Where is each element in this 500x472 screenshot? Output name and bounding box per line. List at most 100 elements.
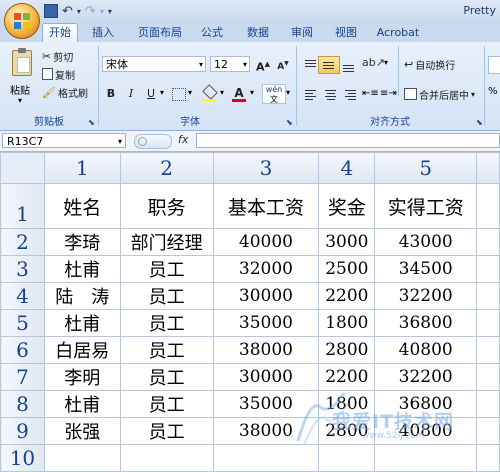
chevron-down-icon[interactable]: ▾ xyxy=(188,88,192,97)
column-header[interactable]: 1 xyxy=(43,152,121,184)
table-cell[interactable]: 40800 xyxy=(374,336,478,364)
table-cell[interactable]: 姓名 xyxy=(43,183,121,229)
table-cell[interactable] xyxy=(43,444,121,472)
table-cell[interactable]: 李琦 xyxy=(43,228,121,256)
table-cell[interactable]: 部门经理 xyxy=(119,228,214,256)
column-header[interactable]: 2 xyxy=(119,152,214,184)
table-cell[interactable]: 2800 xyxy=(318,336,376,364)
table-cell[interactable] xyxy=(374,444,478,472)
table-cell[interactable]: 30000 xyxy=(212,282,320,310)
table-cell[interactable]: 1800 xyxy=(318,390,376,418)
table-cell[interactable]: 职务 xyxy=(119,183,214,229)
table-cell[interactable]: 员工 xyxy=(119,255,214,283)
table-cell[interactable]: 杜甫 xyxy=(43,255,121,283)
worksheet-grid[interactable]: 1 2 3 4 5 1 姓名 职务 基本工资 奖金 实得工资 2 李琦 部门经理… xyxy=(0,152,500,472)
table-cell[interactable]: 38000 xyxy=(212,336,320,364)
table-cell[interactable]: 36800 xyxy=(374,390,478,418)
table-cell[interactable]: 杜甫 xyxy=(43,309,121,337)
number-format-select[interactable] xyxy=(488,56,500,74)
dropdown-icon[interactable]: ▾ xyxy=(77,7,81,16)
select-all-corner[interactable] xyxy=(0,152,45,184)
align-center-button[interactable] xyxy=(320,86,342,104)
orientation-icon[interactable]: ab↗ xyxy=(362,56,385,69)
row-header[interactable]: 5 xyxy=(0,309,45,337)
column-header[interactable]: 5 xyxy=(374,152,478,184)
column-header[interactable]: 4 xyxy=(318,152,376,184)
table-cell[interactable]: 员工 xyxy=(119,336,214,364)
name-box[interactable]: R13C7 ▾ xyxy=(2,133,126,148)
chevron-down-icon[interactable]: ▾ xyxy=(220,88,224,97)
grow-font-button[interactable]: A▲ xyxy=(254,56,272,74)
save-icon[interactable] xyxy=(44,4,58,18)
insert-function-button[interactable]: fx xyxy=(178,133,188,146)
chevron-down-icon[interactable]: ▾ xyxy=(384,58,388,67)
align-right-button[interactable] xyxy=(340,86,362,104)
row-header[interactable]: 4 xyxy=(0,282,45,310)
bottom-align-button[interactable] xyxy=(338,56,360,74)
tab-view[interactable]: 视图 xyxy=(332,24,360,42)
format-painter-button[interactable]: 🖌 格式刷 xyxy=(42,84,88,100)
shrink-font-button[interactable]: A▼ xyxy=(274,56,292,72)
row-header[interactable]: 9 xyxy=(0,417,45,445)
redo-icon[interactable]: ↷ xyxy=(85,4,96,19)
cut-button[interactable]: ✂ 剪切 xyxy=(42,48,73,64)
row-header[interactable]: 7 xyxy=(0,363,45,391)
tab-insert[interactable]: 插入 xyxy=(88,24,118,42)
chevron-down-icon[interactable]: ▾ xyxy=(250,88,254,97)
table-cell[interactable] xyxy=(476,255,500,283)
table-cell[interactable]: 1800 xyxy=(318,309,376,337)
office-button[interactable] xyxy=(4,3,40,39)
table-cell[interactable]: 杜甫 xyxy=(43,390,121,418)
table-cell[interactable]: 员工 xyxy=(119,282,214,310)
undo-icon[interactable]: ↶ xyxy=(62,4,73,19)
table-cell[interactable] xyxy=(476,444,500,472)
table-cell[interactable]: 2200 xyxy=(318,363,376,391)
chevron-down-icon[interactable]: ▾ xyxy=(160,88,164,97)
chevron-down-icon[interactable]: ▾ xyxy=(286,88,290,97)
table-cell[interactable]: 35000 xyxy=(212,390,320,418)
table-cell[interactable]: 李明 xyxy=(43,363,121,391)
formula-bar-splitter[interactable] xyxy=(134,134,172,149)
table-cell[interactable]: 38000 xyxy=(212,417,320,445)
tab-home[interactable]: 开始 xyxy=(42,23,78,44)
table-cell[interactable]: 员工 xyxy=(119,390,214,418)
tab-formulas[interactable]: 公式 xyxy=(198,24,226,42)
italic-button[interactable]: I xyxy=(122,86,140,102)
table-cell[interactable]: 员工 xyxy=(119,417,214,445)
underline-button[interactable]: U xyxy=(142,86,160,102)
dropdown-icon[interactable]: ▾ xyxy=(100,7,104,16)
phonetic-guide-icon[interactable]: wén 文 xyxy=(262,84,286,104)
table-cell[interactable] xyxy=(476,417,500,445)
decrease-indent-icon[interactable]: ⇤≡ xyxy=(362,88,379,99)
middle-align-button[interactable] xyxy=(318,56,340,74)
table-cell[interactable]: 40800 xyxy=(374,417,478,445)
number-format-button[interactable]: % xyxy=(488,86,500,102)
column-header[interactable] xyxy=(476,152,500,184)
table-cell[interactable]: 陆 涛 xyxy=(43,282,121,310)
row-header[interactable]: 3 xyxy=(0,255,45,283)
table-cell[interactable]: 32200 xyxy=(374,363,478,391)
table-cell[interactable] xyxy=(476,336,500,364)
tab-page-layout[interactable]: 页面布局 xyxy=(134,24,186,42)
wrap-text-button[interactable]: ↩ 自动换行 xyxy=(404,56,455,72)
row-header[interactable]: 8 xyxy=(0,390,45,418)
table-cell[interactable]: 员工 xyxy=(119,363,214,391)
copy-button[interactable]: 复制 xyxy=(42,66,75,82)
table-cell[interactable] xyxy=(476,309,500,337)
tab-data[interactable]: 数据 xyxy=(244,24,272,42)
font-dialog-launcher-icon[interactable]: ⬊ xyxy=(286,118,293,127)
row-header[interactable]: 6 xyxy=(0,336,45,364)
alignment-dialog-launcher-icon[interactable]: ⬊ xyxy=(476,118,483,127)
table-cell[interactable] xyxy=(212,444,320,472)
merge-center-button[interactable]: 合并后居中 ▾ xyxy=(404,86,475,102)
table-cell[interactable]: 34500 xyxy=(374,255,478,283)
table-cell[interactable]: 3000 xyxy=(318,228,376,256)
table-cell[interactable]: 32200 xyxy=(374,282,478,310)
table-cell[interactable] xyxy=(119,444,214,472)
table-cell[interactable]: 2800 xyxy=(318,417,376,445)
table-cell[interactable] xyxy=(476,282,500,310)
table-cell[interactable]: 30000 xyxy=(212,363,320,391)
table-cell[interactable]: 2200 xyxy=(318,282,376,310)
table-cell[interactable]: 35000 xyxy=(212,309,320,337)
table-cell[interactable] xyxy=(476,390,500,418)
